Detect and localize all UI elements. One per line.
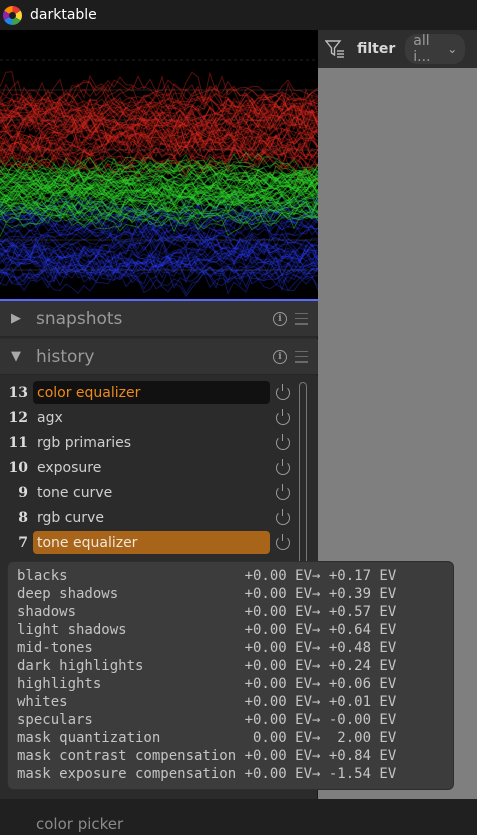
power-icon: [276, 383, 290, 400]
history-item-name[interactable]: tone curve: [33, 481, 270, 504]
history-item[interactable]: 13 color equalizer: [0, 380, 300, 405]
tooltip-row: mask quantization 0.00 EV→ 2.00 EV: [17, 730, 397, 746]
tooltip-row: mid-tones +0.00 EV→ +0.48 EV: [17, 640, 397, 656]
collapse-arrow-icon[interactable]: ▼: [11, 349, 25, 364]
module-label-color-picker[interactable]: color picker: [0, 815, 318, 835]
info-icon[interactable]: i: [273, 311, 287, 326]
history-item-number: 7: [18, 534, 28, 551]
history-item-name[interactable]: exposure: [33, 456, 270, 479]
power-icon: [276, 408, 290, 425]
histogram[interactable]: [0, 30, 318, 301]
filter-dropdown[interactable]: all i... ⌄: [405, 33, 466, 65]
module-label-history: history: [36, 346, 95, 367]
power-icon: [276, 508, 290, 525]
window-title: darktable: [30, 7, 97, 23]
history-item[interactable]: 9 tone curve: [0, 480, 300, 505]
tooltip-row: mask exposure compensation +0.00 EV→ -1.…: [17, 766, 397, 782]
history-item-number: 10: [8, 459, 28, 476]
tooltip-row: blacks +0.00 EV→ +0.17 EV: [17, 568, 397, 584]
history-tooltip: blacks +0.00 EV→ +0.17 EV deep shadows +…: [7, 561, 454, 790]
history-item-name[interactable]: tone equalizer: [33, 531, 270, 554]
tooltip-row: highlights +0.00 EV→ +0.06 EV: [17, 676, 397, 692]
tooltip-row: whites +0.00 EV→ +0.01 EV: [17, 694, 397, 710]
history-item-name[interactable]: rgb primaries: [33, 431, 270, 454]
history-item-number: 9: [18, 484, 28, 501]
tooltip-row: deep shadows +0.00 EV→ +0.39 EV: [17, 586, 397, 602]
history-item-name[interactable]: color equalizer: [33, 381, 270, 404]
history-item-number: 11: [8, 434, 28, 451]
title-bar: darktable: [0, 0, 477, 30]
power-icon: [276, 533, 290, 550]
tooltip-row: light shadows +0.00 EV→ +0.64 EV: [17, 622, 397, 638]
darktable-logo-icon: [3, 5, 22, 25]
filter-label: filter: [357, 41, 396, 57]
history-item-number: 12: [8, 409, 28, 426]
history-item[interactable]: 7 tone equalizer: [0, 530, 300, 555]
filter-icon[interactable]: [324, 39, 345, 59]
history-item-name[interactable]: rgb curve: [33, 506, 270, 529]
power-icon: [276, 483, 290, 500]
presets-menu-icon[interactable]: [295, 350, 308, 363]
history-scrollbar[interactable]: [299, 382, 307, 572]
history-item-number: 13: [8, 384, 28, 401]
history-item[interactable]: 8 rgb curve: [0, 505, 300, 530]
tooltip-row: speculars +0.00 EV→ -0.00 EV: [17, 712, 397, 728]
filter-dropdown-value: all i...: [413, 33, 431, 65]
history-item[interactable]: 12 agx: [0, 405, 300, 430]
tooltip-row: shadows +0.00 EV→ +0.57 EV: [17, 604, 397, 620]
filter-bar: filter all i... ⌄: [318, 30, 477, 68]
histogram-plot: [0, 59, 318, 298]
power-icon: [276, 458, 290, 475]
module-header-snapshots[interactable]: ▶ snapshots i: [0, 301, 318, 337]
tooltip-row: dark highlights +0.00 EV→ +0.24 EV: [17, 658, 397, 674]
power-icon: [276, 433, 290, 450]
info-icon[interactable]: i: [273, 349, 287, 364]
tooltip-row: mask contrast compensation +0.00 EV→ +0.…: [17, 748, 397, 764]
chevron-down-icon: ⌄: [447, 42, 458, 56]
history-item[interactable]: 10 exposure: [0, 455, 300, 480]
history-item-name[interactable]: agx: [33, 406, 270, 429]
module-label-snapshots: snapshots: [36, 308, 123, 329]
expand-arrow-icon[interactable]: ▶: [11, 311, 25, 326]
module-header-history[interactable]: ▼ history i: [0, 339, 318, 375]
presets-menu-icon[interactable]: [295, 312, 308, 325]
history-item[interactable]: 11 rgb primaries: [0, 430, 300, 455]
history-item-number: 8: [18, 509, 28, 526]
